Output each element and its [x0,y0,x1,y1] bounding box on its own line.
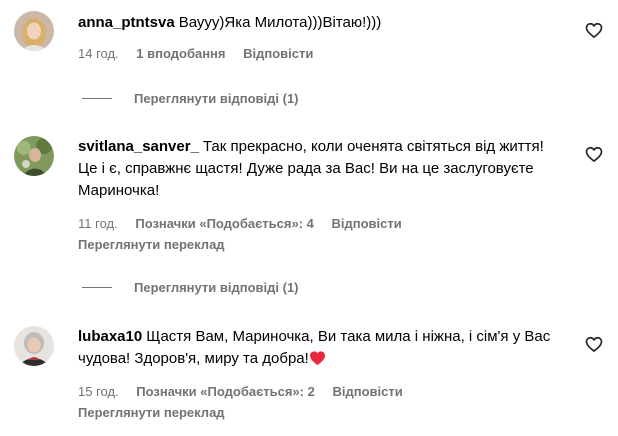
view-replies-button[interactable]: Переглянути відповіді (1) [78,278,299,296]
likes-count[interactable]: Позначки «Подобається»: 2 [136,384,315,399]
reply-button[interactable]: Відповісти [332,216,402,231]
comment-meta: 14 год. 1 вподобання Відповісти [78,45,327,63]
timestamp[interactable]: 15 год. [78,384,119,399]
comment-text-block: svitlana_sanver_ Так прекрасно, коли очен… [78,136,558,202]
view-replies-label: Переглянути відповіді (1) [134,279,299,295]
see-translation-button[interactable]: Переглянути переклад [78,404,225,422]
comment-text-block: lubaxa10 Щастя Вам, Мариночка, Ви така ми… [78,326,558,370]
timestamp[interactable]: 14 год. [78,46,119,61]
comment-meta: 11 год. Позначки «Подобається»: 4 Відпов… [78,215,416,233]
avatar[interactable] [14,136,54,176]
red-heart-emoji-icon [309,351,325,366]
like-heart-icon[interactable] [584,334,604,354]
comment-text-block: anna_ptntsva Вауyy)Яка Милота)))Вітаю!))) [78,12,558,34]
avatar[interactable] [14,326,54,366]
timestamp[interactable]: 11 год. [78,216,118,231]
like-heart-icon[interactable] [584,20,604,40]
username[interactable]: anna_ptntsva [78,14,175,31]
replies-divider-line [82,97,112,99]
reply-button[interactable]: Відповісти [332,384,402,399]
comment-text: Вауyy)Яка Милота)))Вітаю!))) [178,14,382,31]
username[interactable]: svitlana_sanver_ [78,138,199,155]
like-heart-icon[interactable] [584,144,604,164]
comment-meta: 15 год. Позначки «Подобається»: 2 Відпов… [78,383,417,401]
reply-button[interactable]: Відповісти [243,46,313,61]
likes-count[interactable]: 1 вподобання [136,46,225,61]
username[interactable]: lubaxa10 [78,328,142,345]
replies-divider-line [82,286,112,288]
view-replies-label: Переглянути відповіді (1) [134,90,299,106]
see-translation-button[interactable]: Переглянути переклад [78,236,225,254]
avatar[interactable] [14,11,54,51]
view-replies-button[interactable]: Переглянути відповіді (1) [78,89,299,107]
likes-count[interactable]: Позначки «Подобається»: 4 [135,216,314,231]
